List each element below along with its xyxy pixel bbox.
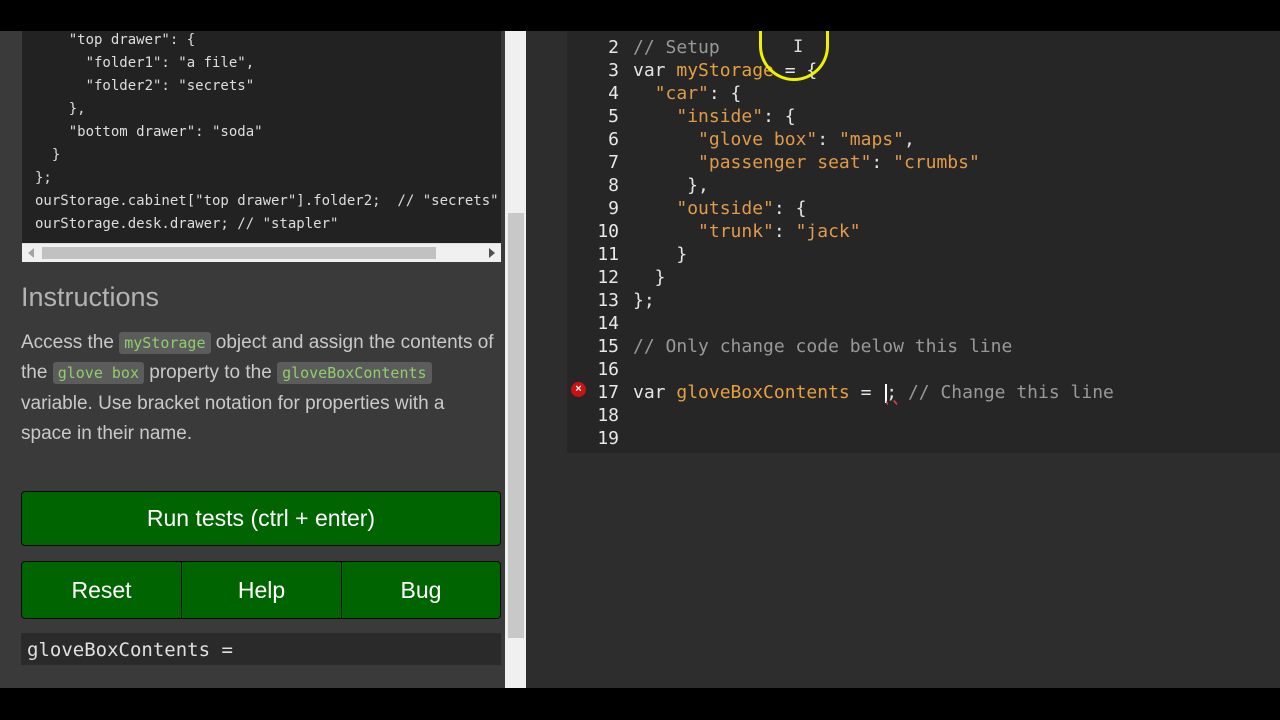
run-tests-button[interactable]: Run tests (ctrl + enter) — [21, 491, 501, 546]
output-console: gloveBoxContents = — [21, 633, 501, 665]
reset-button[interactable]: Reset — [21, 561, 182, 619]
scroll-right-arrow-icon[interactable] — [489, 248, 495, 258]
code-editor[interactable]: 2// Setup 3 var myStorage = { 4 "car": { … — [567, 31, 1280, 453]
text-cursor-icon: I — [793, 37, 804, 57]
example-code-text: "top drawer": { "folder1": "a file", "fo… — [35, 32, 499, 232]
bug-button[interactable]: Bug — [341, 561, 501, 619]
scroll-left-arrow-icon[interactable] — [28, 248, 34, 258]
pane-vertical-scrollbar[interactable] — [505, 31, 526, 688]
vertical-scroll-thumb[interactable] — [508, 213, 524, 638]
help-button[interactable]: Help — [181, 561, 342, 619]
example-code-block: "top drawer": { "folder1": "a file", "fo… — [22, 31, 501, 243]
code-mystorage: myStorage — [119, 332, 211, 354]
instructions-text: Access the myStorage object and assign t… — [21, 332, 494, 444]
instructions-heading: Instructions — [21, 282, 160, 312]
horizontal-scroll-thumb[interactable] — [42, 247, 436, 259]
code-glove-box: glove box — [52, 362, 144, 385]
code-glovebox-contents: gloveBoxContents — [277, 362, 432, 385]
example-code-horizontal-scrollbar[interactable] — [22, 243, 501, 262]
error-icon[interactable]: × — [571, 382, 586, 397]
